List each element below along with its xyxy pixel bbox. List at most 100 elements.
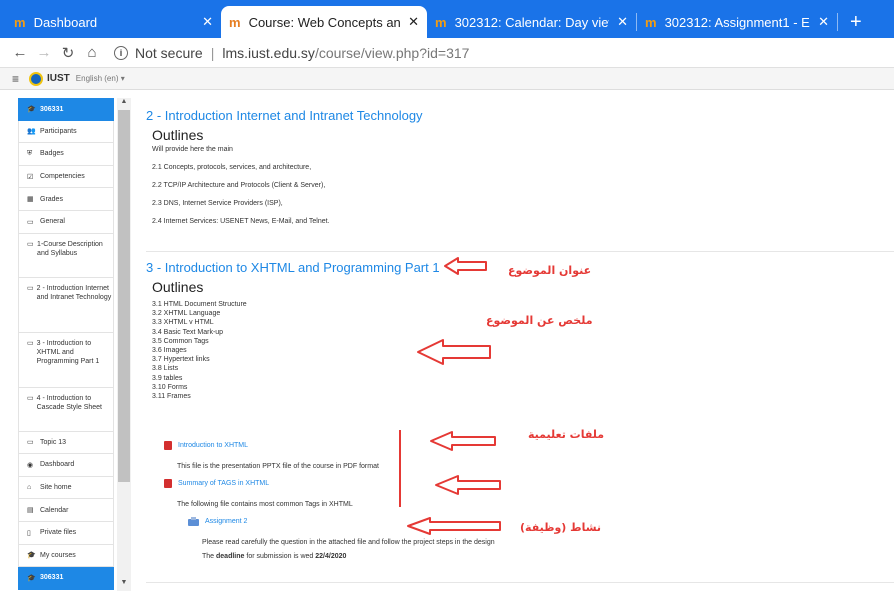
browser-tab-calendar[interactable]: m 302312: Calendar: Day view: Wed ✕: [427, 6, 636, 38]
file-icon: ▯: [27, 529, 31, 537]
site-name[interactable]: IUST: [47, 73, 70, 84]
home-icon[interactable]: ⌂: [80, 44, 104, 61]
sidebar-item-label: General: [40, 218, 65, 226]
sidebar-item[interactable]: ▦ Grades: [18, 188, 114, 211]
deadline-mid: for submission is wed: [246, 553, 314, 560]
sidebar-item-label: Dashboard: [40, 461, 75, 469]
close-icon[interactable]: ✕: [617, 14, 628, 30]
annotation-topic-title: عنوان الموضوع: [508, 264, 592, 277]
sidebar-item[interactable]: ▭ 1-Course Description and Syllabus: [18, 233, 114, 278]
folder-icon: ▭: [27, 218, 34, 226]
scroll-down-arrow-icon[interactable]: ▼: [117, 579, 131, 591]
sidebar-item[interactable]: ▭ 3 - Introduction to XHTML and Programmi…: [18, 332, 114, 388]
sidebar-item[interactable]: 🎓 306331: [18, 98, 114, 121]
calendar-icon: ▤: [27, 507, 34, 515]
graduation-cap-icon: 🎓: [27, 574, 36, 582]
url-host: lms.iust.edu.sy: [222, 44, 315, 61]
resource-label[interactable]: Summary of TAGS in XHTML: [178, 480, 269, 487]
outline-item: 3.8 Lists: [152, 365, 179, 373]
section-title[interactable]: 2 - Introduction Internet and Intranet T…: [146, 108, 866, 123]
deadline-date: 22/4/2020: [315, 553, 347, 560]
sidebar-item[interactable]: ▭ 4 - Introduction to Cascade Style Sheet: [18, 387, 114, 432]
outline-item: 2.3 DNS, Internet Service Providers (ISP…: [152, 200, 283, 207]
graduation-cap-icon: 🎓: [27, 106, 36, 114]
browser-tab-dashboard[interactable]: m Dashboard ✕: [6, 6, 221, 38]
folder-icon: ▭: [27, 394, 34, 402]
sidebar-item[interactable]: 🎓 306331: [18, 567, 114, 590]
moodle-navbar: ≡ IUST English (en) ▾: [0, 68, 894, 90]
language-menu[interactable]: English (en) ▾: [76, 74, 125, 83]
outline-item: 3.11 Frames: [152, 393, 191, 401]
back-arrow-icon[interactable]: ←: [8, 44, 32, 61]
sidebar-item[interactable]: 👥 Participants: [18, 120, 114, 144]
info-icon[interactable]: i: [114, 45, 128, 60]
outline-item: 3.5 Common Tags: [152, 337, 209, 345]
tab-title: Course: Web Concepts and Prog: [248, 14, 401, 30]
outline-item: 2.1 Concepts, protocols, services, and a…: [152, 164, 312, 171]
course-content: 2 - Introduction Internet and Intranet T…: [140, 98, 894, 591]
annotation-activity: نشاط (وظيفة): [520, 521, 602, 534]
sidebar-item-label: Private files: [40, 529, 77, 537]
sidebar-item-label: Badges: [40, 150, 64, 158]
scroll-up-arrow-icon[interactable]: ▲: [117, 98, 131, 110]
hamburger-menu-icon[interactable]: ≡: [12, 72, 19, 86]
moodle-favicon-icon: m: [14, 14, 26, 30]
sidebar-item-label: Calendar: [40, 506, 69, 514]
moodle-favicon-icon: m: [645, 14, 657, 30]
tab-title: 302312: Assignment1 - Edit subm: [664, 14, 811, 30]
assignment-label[interactable]: Assignment 2: [205, 518, 247, 525]
sidebar-item[interactable]: ▭ 2 - Introduction Internet and Intranet …: [18, 277, 114, 333]
sidebar-item[interactable]: ⌂ Site home: [18, 476, 114, 500]
sidebar-item[interactable]: ▭ Topic 13: [18, 431, 114, 455]
close-icon[interactable]: ✕: [818, 14, 829, 30]
sidebar-item-label: My courses: [40, 551, 76, 559]
section-2: 2 - Introduction Internet and Intranet T…: [146, 108, 866, 225]
sidebar-item[interactable]: ⛨ Badges: [18, 143, 114, 166]
resource-description: This file is the presentation PPTX file …: [177, 463, 379, 470]
site-logo[interactable]: [29, 71, 44, 86]
table-icon: ▦: [27, 196, 34, 204]
outline-item: 2.2 TCP/IP Architecture and Protocols (C…: [152, 182, 326, 189]
assignment-deadline: The deadline for submission is wed 22/4/…: [202, 553, 346, 560]
section-title[interactable]: 3 - Introduction to XHTML and Programmin…: [146, 260, 866, 275]
annotation-topic-summary: ملخص عن الموضوع: [486, 314, 593, 327]
forward-arrow-icon[interactable]: →: [32, 44, 56, 61]
deadline-prefix: The: [202, 553, 215, 560]
new-tab-button[interactable]: +: [838, 6, 874, 38]
scroll-thumb[interactable]: [118, 110, 130, 482]
sidebar-item[interactable]: ▤ Calendar: [18, 499, 114, 522]
url-input[interactable]: i Not secure | lms.iust.edu.sy/course/vi…: [114, 45, 469, 61]
resource-link-intro-xhtml[interactable]: Introduction to XHTML: [164, 441, 248, 450]
sidebar-item-label: Site home: [40, 484, 72, 492]
graduation-cap-icon: 🎓: [27, 552, 36, 560]
folder-icon: ▭: [27, 240, 34, 248]
close-icon[interactable]: ✕: [202, 14, 213, 30]
sidebar-item[interactable]: ◉ Dashboard: [18, 454, 114, 477]
sidebar-item-label: Grades: [40, 195, 63, 203]
close-icon[interactable]: ✕: [408, 14, 419, 30]
outlines-heading: Outlines: [152, 279, 204, 295]
sidebar-item[interactable]: ▭ General: [18, 210, 114, 234]
sidebar-item[interactable]: 🎓 My courses: [18, 544, 114, 568]
folder-icon: ▭: [27, 284, 34, 292]
outline-item: 3.6 Images: [152, 347, 187, 355]
browser-tab-course[interactable]: m Course: Web Concepts and Prog ✕: [221, 6, 427, 38]
sidebar-item[interactable]: ☑ Competencies: [18, 165, 114, 189]
check-square-icon: ☑: [27, 173, 34, 181]
dashboard-icon: ◉: [27, 461, 34, 469]
browser-tab-assignment[interactable]: m 302312: Assignment1 - Edit subm ✕: [637, 6, 837, 38]
reload-icon[interactable]: ↻: [56, 44, 80, 62]
drawer-scrollbar[interactable]: ▲ ▼: [117, 98, 131, 591]
annotation-learning-files: ملفات تعليمية: [528, 428, 605, 441]
resource-link-summary-tags[interactable]: Summary of TAGS in XHTML: [164, 479, 269, 488]
assignment-link[interactable]: Assignment 2: [188, 517, 247, 526]
tab-title: Dashboard: [33, 14, 98, 30]
sidebar-item[interactable]: ▯ Private files: [18, 521, 114, 545]
sidebar-item-label: 2 - Introduction Internet and Intranet T…: [36, 284, 112, 301]
sidebar-item-label: 4 - Introduction to Cascade Style Sheet: [36, 394, 102, 411]
section-divider: [146, 582, 894, 583]
outlines-heading: Outlines: [152, 127, 204, 143]
resource-label[interactable]: Introduction to XHTML: [178, 442, 248, 449]
tab-title: 302312: Calendar: Day view: Wed: [454, 14, 610, 30]
users-icon: 👥: [27, 128, 36, 136]
